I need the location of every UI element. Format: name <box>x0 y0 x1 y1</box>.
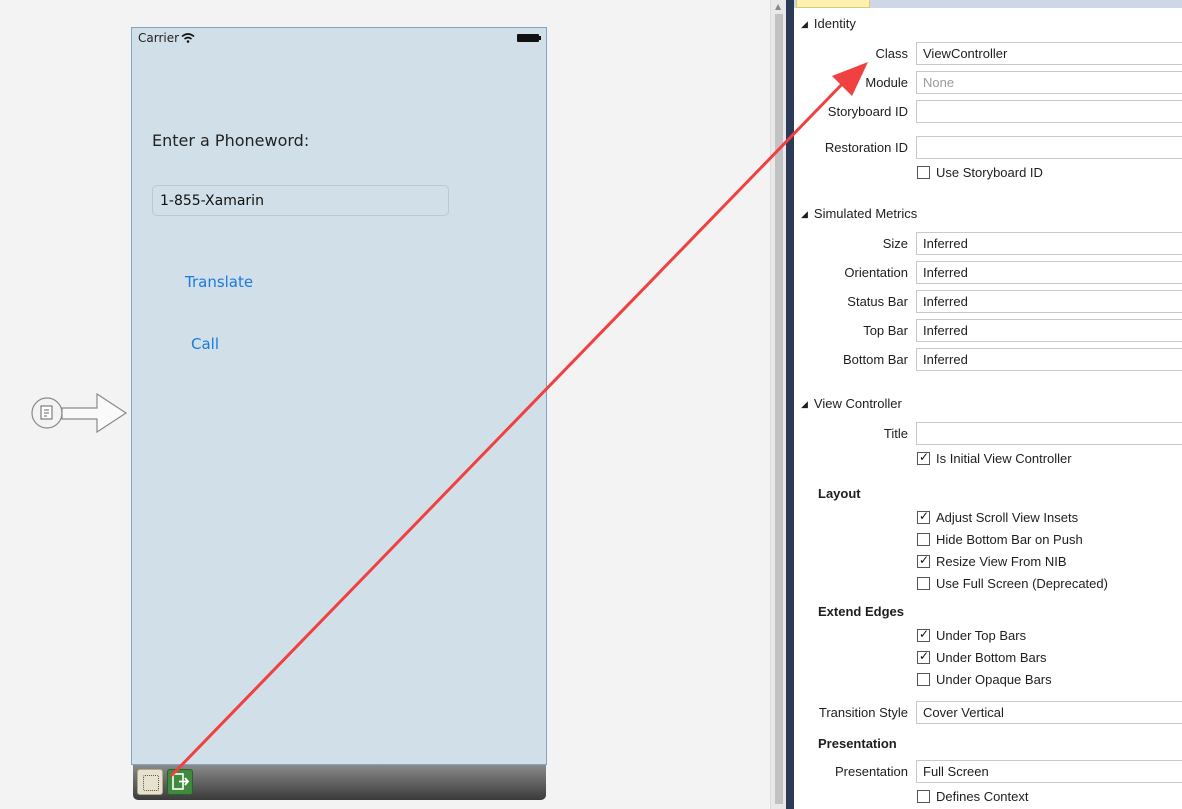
initial-view-controller-arrow[interactable] <box>30 392 130 436</box>
under-top-bars-checkbox[interactable] <box>917 627 930 642</box>
identity-title: Identity <box>813 16 856 31</box>
carrier-label: Carrier <box>138 31 180 45</box>
view-controller-section-header[interactable]: ◢ View Controller <box>801 396 902 411</box>
orientation-select[interactable]: Inferred <box>916 261 1182 284</box>
storyboard-id-field[interactable] <box>916 100 1182 123</box>
identity-section-header[interactable]: ◢ Identity <box>801 16 856 31</box>
module-label: Module <box>865 75 908 90</box>
view-controller-title: View Controller <box>813 396 902 411</box>
storyboard-canvas[interactable]: Carrier Enter a Phoneword: 1-855-Xamarin… <box>0 0 770 809</box>
under-bottom-bars-checkbox[interactable] <box>917 649 930 664</box>
under-top-bars-label: Under Top Bars <box>936 627 1027 643</box>
presentation-label: Presentation <box>835 764 908 779</box>
pane-divider[interactable] <box>786 0 794 809</box>
under-top-bars-option[interactable]: Under Top Bars <box>917 626 1026 644</box>
phoneword-prompt-label[interactable]: Enter a Phoneword: <box>152 131 309 150</box>
is-initial-view-controller-checkbox[interactable] <box>917 450 930 465</box>
orientation-label: Orientation <box>844 265 908 280</box>
presentation-group-title: Presentation <box>818 736 897 751</box>
properties-pane: ◢ Identity Class ViewController Module No… <box>794 0 1182 809</box>
collapse-triangle-icon[interactable]: ◢ <box>801 399 808 409</box>
layout-group-title: Layout <box>818 486 861 501</box>
exit-icon[interactable] <box>167 769 193 795</box>
storyboard-id-label: Storyboard ID <box>827 104 908 119</box>
size-select[interactable]: Inferred <box>916 232 1182 255</box>
view-controller-scene[interactable]: Carrier Enter a Phoneword: 1-855-Xamarin… <box>131 27 547 765</box>
under-opaque-bars-label: Under Opaque Bars <box>936 671 1052 687</box>
simulated-metrics-title: Simulated Metrics <box>813 206 918 221</box>
size-label: Size <box>882 236 908 251</box>
presentation-select[interactable]: Full Screen <box>916 760 1182 783</box>
defines-context-label: Defines Context <box>936 788 1029 804</box>
use-storyboard-id-option[interactable]: Use Storyboard ID <box>917 163 1043 181</box>
bottom-bar-select[interactable]: Inferred <box>916 348 1182 371</box>
canvas-scrollbar[interactable]: ▲ <box>770 0 786 809</box>
class-field[interactable]: ViewController <box>916 42 1182 65</box>
translate-button[interactable]: Translate <box>185 273 253 291</box>
transition-style-label: Transition Style <box>818 705 908 720</box>
transition-style-select[interactable]: Cover Vertical <box>916 701 1182 724</box>
class-label: Class <box>875 46 908 61</box>
use-storyboard-id-checkbox[interactable] <box>917 165 930 179</box>
extend-edges-group-title: Extend Edges <box>818 604 904 619</box>
is-initial-view-controller-label: Is Initial View Controller <box>936 450 1072 466</box>
hide-bottom-bar-checkbox[interactable] <box>917 532 930 546</box>
hide-bottom-bar-option[interactable]: Hide Bottom Bar on Push <box>917 530 1083 548</box>
hide-bottom-bar-label: Hide Bottom Bar on Push <box>936 531 1083 547</box>
is-initial-view-controller-option[interactable]: Is Initial View Controller <box>917 449 1072 467</box>
status-bar-select[interactable]: Inferred <box>916 290 1182 313</box>
top-bar-select[interactable]: Inferred <box>916 319 1182 342</box>
bottom-bar-label: Bottom Bar <box>842 352 908 367</box>
scroll-thumb[interactable] <box>775 14 783 804</box>
adjust-scroll-insets-checkbox[interactable] <box>917 509 930 524</box>
under-bottom-bars-label: Under Bottom Bars <box>936 649 1047 665</box>
view-controller-icon[interactable] <box>137 769 163 795</box>
title-label: Title <box>883 426 908 441</box>
under-bottom-bars-option[interactable]: Under Bottom Bars <box>917 648 1047 666</box>
resize-view-from-nib-label: Resize View From NIB <box>936 553 1067 569</box>
under-opaque-bars-option[interactable]: Under Opaque Bars <box>917 670 1052 688</box>
resize-view-from-nib-checkbox[interactable] <box>917 553 930 568</box>
active-properties-tab[interactable] <box>796 0 870 8</box>
phoneword-text-field[interactable]: 1-855-Xamarin <box>152 185 449 216</box>
restoration-id-field[interactable] <box>916 136 1182 159</box>
scene-dock <box>133 765 546 800</box>
use-storyboard-id-label: Use Storyboard ID <box>936 164 1043 180</box>
use-full-screen-label: Use Full Screen (Deprecated) <box>936 575 1108 591</box>
title-field[interactable] <box>916 422 1182 445</box>
call-button[interactable]: Call <box>191 335 219 353</box>
module-field[interactable]: None <box>916 71 1182 94</box>
defines-context-checkbox[interactable] <box>917 789 930 803</box>
resize-view-from-nib-option[interactable]: Resize View From NIB <box>917 552 1067 570</box>
defines-context-option[interactable]: Defines Context <box>917 787 1029 805</box>
adjust-scroll-insets-label: Adjust Scroll View Insets <box>936 509 1079 525</box>
status-bar: Carrier <box>132 28 546 50</box>
collapse-triangle-icon[interactable]: ◢ <box>801 19 808 29</box>
properties-tab-strip <box>794 0 1182 8</box>
adjust-scroll-insets-option[interactable]: Adjust Scroll View Insets <box>917 508 1078 526</box>
battery-icon <box>517 34 541 42</box>
simulated-metrics-section-header[interactable]: ◢ Simulated Metrics <box>801 206 917 221</box>
collapse-triangle-icon[interactable]: ◢ <box>801 209 808 219</box>
use-full-screen-checkbox[interactable] <box>917 576 930 590</box>
restoration-id-label: Restoration ID <box>824 140 908 155</box>
under-opaque-bars-checkbox[interactable] <box>917 672 930 686</box>
top-bar-label: Top Bar <box>863 323 908 338</box>
status-bar-label: Status Bar <box>847 294 908 309</box>
scroll-up-icon[interactable]: ▲ <box>775 2 781 11</box>
use-full-screen-option[interactable]: Use Full Screen (Deprecated) <box>917 574 1108 592</box>
wifi-icon <box>181 32 195 46</box>
